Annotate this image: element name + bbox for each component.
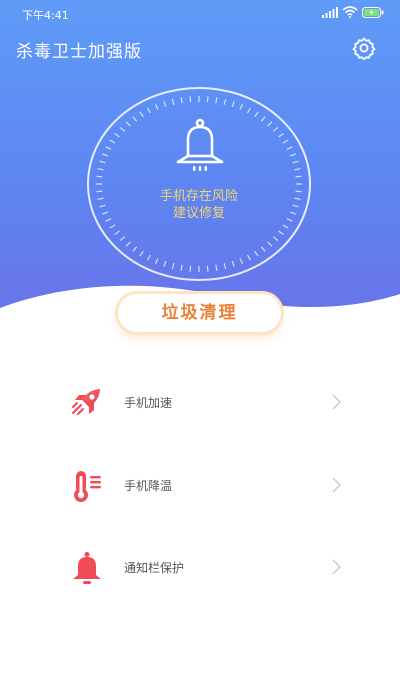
menu-label-cool-down: 手机降温: [124, 479, 173, 493]
dial-ring: [87, 87, 311, 281]
menu-label-notification-protect: 通知栏保护: [124, 561, 185, 575]
risk-warning-line1: 手机存在风险: [159, 189, 238, 204]
status-time: 下午4:41: [22, 9, 69, 22]
bell-icon: [73, 552, 101, 584]
status-bar: 下午4:41: [0, 0, 400, 26]
chevron-right-icon: [332, 559, 341, 575]
menu-item-speed-up[interactable]: 手机加速: [0, 372, 400, 432]
thermometer-icon: [74, 471, 101, 502]
chevron-right-icon: [332, 394, 341, 410]
wifi-icon: [342, 6, 358, 18]
rocket-icon: [72, 389, 100, 415]
battery-icon: [362, 7, 384, 18]
junk-clean-button[interactable]: 垃圾清理: [118, 294, 281, 332]
menu-label-speed-up: 手机加速: [124, 396, 173, 410]
app-title: 杀毒卫士加强版: [16, 42, 142, 62]
menu-item-notification-protect[interactable]: 通知栏保护: [0, 537, 400, 597]
risk-warning-line2: 建议修复: [172, 206, 225, 221]
signal-icon: [322, 7, 338, 18]
bell-icon: [176, 118, 224, 171]
scan-dial[interactable]: 手机存在风险 建议修复: [86, 86, 312, 282]
menu-item-cool-down[interactable]: 手机降温: [0, 455, 400, 515]
chevron-right-icon: [332, 477, 341, 493]
gear-icon[interactable]: [352, 36, 376, 60]
